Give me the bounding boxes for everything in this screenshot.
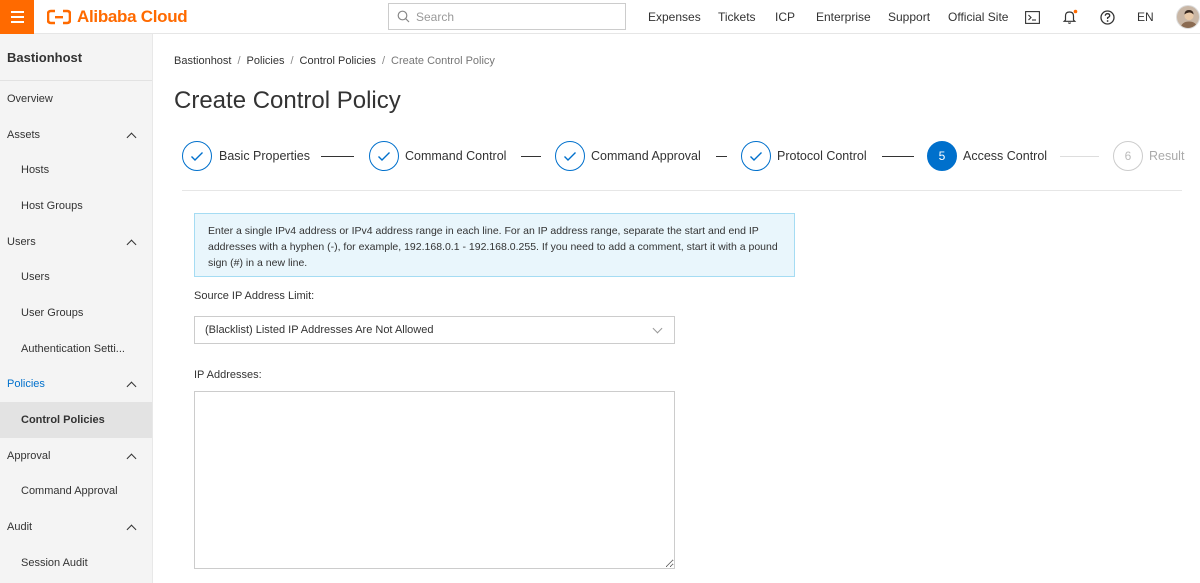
step-done-check-icon: [182, 141, 212, 171]
brand-name: Alibaba Cloud: [77, 7, 188, 26]
step-done-check-icon: [369, 141, 399, 171]
sidebar-group-audit[interactable]: Audit: [0, 509, 152, 545]
divider: [182, 190, 1182, 191]
search-icon: [397, 10, 410, 23]
sidebar-item-label: Users: [21, 271, 50, 284]
avatar[interactable]: [1176, 5, 1200, 29]
step-connector: [882, 156, 914, 157]
sidebar-item-host-groups[interactable]: Host Groups: [0, 188, 152, 224]
nav-tickets[interactable]: Tickets: [718, 10, 756, 24]
step-done-check-icon: [741, 141, 771, 171]
step-number-pending: 6: [1113, 141, 1143, 171]
sidebar-item-user-groups[interactable]: User Groups: [0, 295, 152, 331]
sidebar-item-label: Host Groups: [21, 199, 83, 212]
sidebar-item-label: Assets: [7, 128, 41, 141]
step-label-basic-properties: Basic Properties: [219, 149, 311, 163]
step-label-access-control: Access Control: [963, 149, 1048, 163]
chevron-up-icon: [126, 239, 137, 250]
breadcrumb: Bastionhost / Policies / Control Policies /…: [174, 55, 495, 67]
sidebar-item-label: Command Approval: [21, 485, 118, 498]
menu-icon[interactable]: [0, 0, 34, 34]
chevron-down-icon: [652, 323, 663, 334]
sidebar: Bastionhost Overview Assets Hosts Host G…: [0, 34, 153, 583]
sidebar-group-approval[interactable]: Approval: [0, 438, 152, 474]
search-input[interactable]: [416, 9, 616, 24]
sidebar-item-label: Policies: [7, 378, 45, 391]
step-connector: [716, 156, 727, 157]
sidebar-item-control-policies[interactable]: Control Policies: [0, 402, 152, 438]
sidebar-item-label: Hosts: [21, 164, 50, 177]
sidebar-group-assets[interactable]: Assets: [0, 117, 152, 153]
step-label-result: Result: [1149, 149, 1185, 163]
breadcrumb-separator: /: [381, 55, 385, 67]
alibaba-cloud-logo[interactable]: Alibaba Cloud: [47, 5, 188, 29]
breadcrumb-item[interactable]: Policies: [247, 55, 285, 67]
source-ip-limit-select[interactable]: (Blacklist) Listed IP Addresses Are Not …: [194, 316, 675, 344]
step-number-active: 5: [927, 141, 957, 171]
sidebar-item-label: Approval: [7, 449, 51, 462]
sidebar-item-label: User Groups: [21, 306, 84, 319]
nav-expenses[interactable]: Expenses: [648, 10, 701, 24]
chevron-up-icon: [126, 453, 137, 464]
sidebar-item-authentication-settings[interactable]: Authentication Setti...: [0, 331, 152, 367]
step-connector: [1060, 156, 1099, 157]
select-value: (Blacklist) Listed IP Addresses Are Not …: [205, 324, 434, 336]
page-title: Create Control Policy: [174, 87, 401, 114]
breadcrumb-item[interactable]: Control Policies: [300, 55, 376, 67]
bell-icon[interactable]: [1061, 8, 1079, 26]
main-content: Bastionhost / Policies / Control Policies /…: [153, 34, 1200, 583]
step-wizard: Basic Properties Command Control Command…: [182, 141, 1200, 171]
nav-icp[interactable]: ICP: [775, 10, 795, 24]
sidebar-item-label: Audit: [7, 521, 33, 534]
step-connector: [321, 156, 354, 157]
step-connector: [521, 156, 541, 157]
step-label-command-approval: Command Approval: [591, 149, 701, 163]
sidebar-item-users[interactable]: Users: [0, 259, 152, 295]
sidebar-group-policies[interactable]: Policies: [0, 367, 152, 403]
nav-official-site[interactable]: Official Site: [948, 10, 1008, 24]
sidebar-item-label: Users: [7, 235, 36, 248]
step-done-check-icon: [555, 141, 585, 171]
source-ip-limit-label: Source IP Address Limit:: [194, 290, 315, 302]
info-notice: Enter a single IPv4 address or IPv4 addr…: [194, 213, 795, 277]
sidebar-item-command-approval[interactable]: Command Approval: [0, 474, 152, 510]
sidebar-item-label: Session Audit: [21, 556, 88, 569]
top-bar: Alibaba Cloud Expenses Tickets ICP Enter…: [0, 0, 1200, 34]
ip-addresses-textarea[interactable]: [194, 391, 675, 569]
sidebar-item-session-audit[interactable]: Session Audit: [0, 545, 152, 581]
terminal-icon[interactable]: [1023, 8, 1041, 26]
nav-enterprise[interactable]: Enterprise: [816, 10, 871, 24]
nav-support[interactable]: Support: [888, 10, 930, 24]
ip-addresses-label: IP Addresses:: [194, 369, 262, 381]
step-label-command-control: Command Control: [405, 149, 507, 163]
language-switch[interactable]: EN: [1137, 10, 1154, 24]
sidebar-item-hosts[interactable]: Hosts: [0, 152, 152, 188]
logo-mark-icon: [47, 9, 71, 25]
chevron-up-icon: [126, 524, 137, 535]
sidebar-item-overview[interactable]: Overview: [0, 81, 152, 117]
breadcrumb-separator: /: [237, 55, 241, 67]
chevron-up-icon: [126, 381, 137, 392]
sidebar-title: Bastionhost: [0, 34, 152, 81]
sidebar-item-label: Control Policies: [21, 414, 105, 427]
sidebar-group-users[interactable]: Users: [0, 224, 152, 260]
sidebar-item-label: Authentication Setti...: [21, 342, 125, 355]
chevron-up-icon: [126, 132, 137, 142]
help-icon[interactable]: [1098, 8, 1116, 26]
breadcrumb-item[interactable]: Bastionhost: [174, 55, 231, 67]
step-label-protocol-control: Protocol Control: [777, 149, 867, 163]
breadcrumb-current: Create Control Policy: [391, 55, 495, 67]
search-box[interactable]: [388, 3, 626, 30]
breadcrumb-separator: /: [290, 55, 294, 67]
sidebar-item-label: Overview: [7, 92, 53, 105]
